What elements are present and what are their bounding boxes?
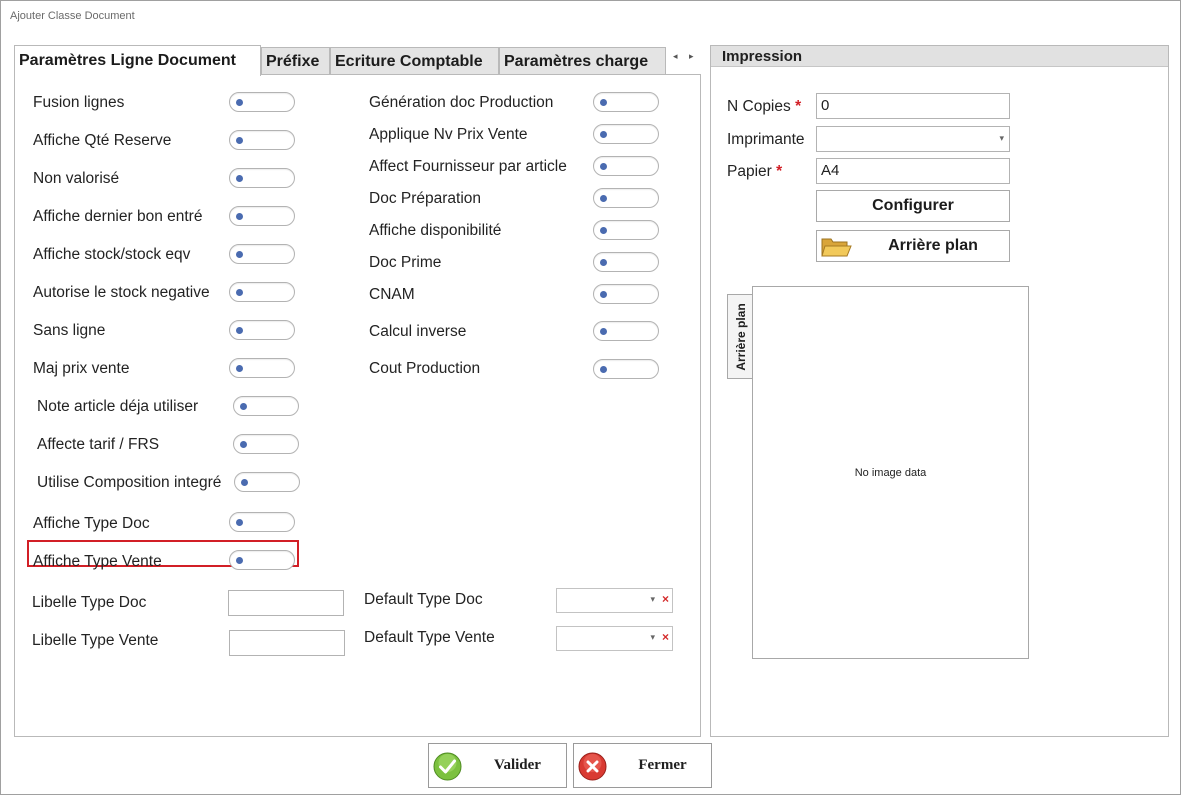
clear-icon[interactable]: × [662, 592, 669, 606]
libelle-type-vente-input[interactable] [229, 630, 345, 656]
libelle-type-doc-label: Libelle Type Doc [32, 594, 147, 611]
option-label-affecte-tarif-frs: Affecte tarif / FRS [37, 436, 160, 453]
toggle-affect-fournisseur-par-article[interactable] [593, 156, 659, 176]
no-image-text: No image data [854, 467, 927, 479]
dialog-window: Ajouter Classe Document Paramètres Ligne… [0, 0, 1181, 795]
default-type-doc-label: Default Type Doc [364, 591, 483, 608]
valider-button[interactable]: Valider [428, 743, 567, 788]
toggle-generation-doc-production[interactable] [593, 92, 659, 112]
toggle-affecte-tarif-frs[interactable] [233, 434, 299, 454]
papier-label: Papier * [727, 163, 782, 181]
copies-label-text: N Copies [727, 98, 791, 115]
option-label-note-article-deja-utiliser: Note article déja utiliser [37, 398, 199, 415]
toggle-affiche-type-vente[interactable] [229, 550, 295, 570]
tab-panel: Paramètres Ligne Document Préfixe Ecritu… [14, 45, 701, 737]
checkmark-icon [433, 752, 462, 781]
required-mark: * [795, 98, 802, 115]
option-label-generation-doc-production: Génération doc Production [369, 94, 554, 111]
libelle-type-vente-label: Libelle Type Vente [32, 632, 159, 649]
tab-parametres-charge[interactable]: Paramètres charge [499, 47, 666, 75]
tab-ecriture-comptable[interactable]: Ecriture Comptable [330, 47, 499, 75]
tab-content: Fusion lignes Affiche Qté Reserve Non va… [14, 74, 701, 737]
option-label-utilise-composition-integre: Utilise Composition integré [37, 474, 222, 491]
option-label-affiche-dernier-bon-entre: Affiche dernier bon entré [33, 208, 203, 225]
toggle-affiche-disponibilite[interactable] [593, 220, 659, 240]
copies-label: N Copies * [727, 98, 801, 116]
toggle-affiche-stock-eqv[interactable] [229, 244, 295, 264]
chevron-down-icon[interactable]: ▾ [650, 594, 655, 605]
toggle-cout-production[interactable] [593, 359, 659, 379]
toggle-calcul-inverse[interactable] [593, 321, 659, 341]
imprimante-label: Imprimante [727, 131, 805, 148]
toggle-affiche-type-doc[interactable] [229, 512, 295, 532]
clear-icon[interactable]: × [662, 630, 669, 644]
option-label-maj-prix-vente: Maj prix vente [33, 360, 130, 377]
toggle-utilise-composition-integre[interactable] [234, 472, 300, 492]
tab-prefixe[interactable]: Préfixe [261, 47, 330, 75]
toggle-doc-prime[interactable] [593, 252, 659, 272]
fermer-label: Fermer [638, 757, 687, 773]
option-label-sans-ligne: Sans ligne [33, 322, 106, 339]
vertical-tab-label: Arrière plan [733, 302, 748, 371]
toggle-note-article-deja-utiliser[interactable] [233, 396, 299, 416]
toggle-autorise-stock-negative[interactable] [229, 282, 295, 302]
toggle-maj-prix-vente[interactable] [229, 358, 295, 378]
toggle-fusion-lignes[interactable] [229, 92, 295, 112]
fermer-button[interactable]: Fermer [573, 743, 712, 788]
option-label-cnam: CNAM [369, 286, 415, 303]
close-icon [578, 752, 607, 781]
option-label-doc-prime: Doc Prime [369, 254, 442, 271]
toggle-sans-ligne[interactable] [229, 320, 295, 340]
option-label-non-valorise: Non valorisé [33, 170, 120, 187]
imprimante-combo[interactable]: ▾ [816, 126, 1010, 152]
option-label-doc-preparation: Doc Préparation [369, 190, 482, 207]
copies-input[interactable]: 0 [816, 93, 1010, 119]
option-label-fusion-lignes: Fusion lignes [33, 94, 125, 111]
option-label-affiche-type-vente: Affiche Type Vente [33, 553, 162, 570]
option-label-affiche-disponibilite: Affiche disponibilité [369, 222, 502, 239]
option-label-affect-fournisseur-par-article: Affect Fournisseur par article [369, 158, 567, 175]
default-type-vente-combo[interactable]: ▾ × [556, 626, 673, 651]
option-label-affiche-qte-reserve: Affiche Qté Reserve [33, 132, 172, 149]
required-mark: * [776, 163, 783, 180]
papier-input[interactable]: A4 [816, 158, 1010, 184]
option-label-autorise-stock-negative: Autorise le stock negative [33, 284, 210, 301]
toggle-cnam[interactable] [593, 284, 659, 304]
toggle-non-valorise[interactable] [229, 168, 295, 188]
default-type-doc-combo[interactable]: ▾ × [556, 588, 673, 613]
arriere-plan-vertical-tab[interactable]: Arrière plan [727, 294, 753, 379]
arriere-plan-button[interactable]: Arrière plan [816, 230, 1010, 262]
impression-title: Impression [711, 46, 1168, 67]
libelle-type-doc-input[interactable] [228, 590, 344, 616]
window-title: Ajouter Classe Document [10, 10, 135, 22]
tab-strip: Paramètres Ligne Document Préfixe Ecritu… [14, 45, 701, 76]
option-label-affiche-stock-eqv: Affiche stock/stock eqv [33, 246, 191, 263]
toggle-applique-nv-prix-vente[interactable] [593, 124, 659, 144]
arriere-plan-label: Arrière plan [888, 237, 978, 254]
tab-scroll-left-icon[interactable]: ◂ [673, 51, 678, 62]
default-type-vente-label: Default Type Vente [364, 629, 495, 646]
option-label-applique-nv-prix-vente: Applique Nv Prix Vente [369, 126, 528, 143]
impression-panel: Impression N Copies * 0 Imprimante ▾ Pap… [710, 45, 1169, 737]
option-label-affiche-type-doc: Affiche Type Doc [33, 515, 150, 532]
toggle-doc-preparation[interactable] [593, 188, 659, 208]
toggle-affiche-qte-reserve[interactable] [229, 130, 295, 150]
configurer-button[interactable]: Configurer [816, 190, 1010, 222]
background-image-preview[interactable]: No image data [752, 286, 1029, 659]
chevron-down-icon[interactable]: ▾ [650, 632, 655, 643]
chevron-down-icon[interactable]: ▾ [999, 133, 1004, 144]
valider-label: Valider [494, 757, 541, 773]
papier-label-text: Papier [727, 163, 772, 180]
option-label-calcul-inverse: Calcul inverse [369, 323, 467, 340]
folder-icon [821, 238, 852, 257]
tab-scroll-right-icon[interactable]: ▸ [689, 51, 694, 62]
tab-parametres-ligne-document[interactable]: Paramètres Ligne Document [14, 45, 261, 76]
option-label-cout-production: Cout Production [369, 360, 481, 377]
toggle-affiche-dernier-bon-entre[interactable] [229, 206, 295, 226]
